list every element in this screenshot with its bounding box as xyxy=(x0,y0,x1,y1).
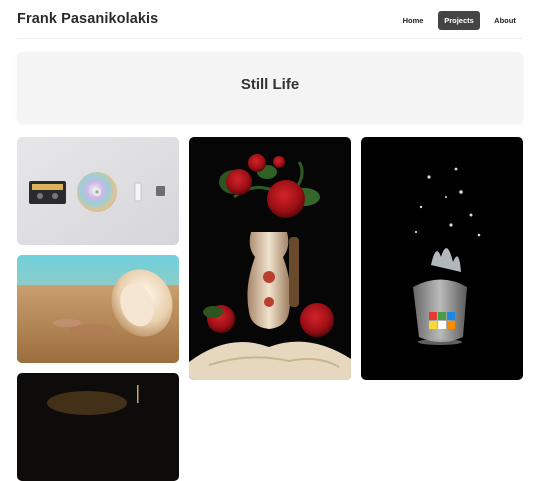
nav-projects[interactable]: Projects xyxy=(438,11,480,30)
hero-banner: Still Life xyxy=(17,52,523,123)
roses-vase-photo xyxy=(189,137,351,380)
photo-seashell[interactable] xyxy=(17,255,179,363)
page-title: Still Life xyxy=(240,76,300,93)
header-divider xyxy=(17,38,523,39)
rubiks-cube-glass-splash-photo xyxy=(361,137,523,380)
seashell-sand-photo xyxy=(17,255,179,363)
photo-candle[interactable] xyxy=(17,373,179,481)
candle-dark-photo xyxy=(17,373,179,481)
cassette-cd-objects-photo xyxy=(17,137,179,245)
site-header: Frank Pasanikolakis Home Projects About xyxy=(0,0,540,40)
nav-about[interactable]: About xyxy=(490,11,520,30)
photo-roses-vase[interactable] xyxy=(189,137,351,380)
site-title[interactable]: Frank Pasanikolakis xyxy=(17,11,158,27)
photo-cube-glass[interactable] xyxy=(361,137,523,380)
nav-home[interactable]: Home xyxy=(398,11,428,30)
photo-cassette-cd[interactable] xyxy=(17,137,179,245)
